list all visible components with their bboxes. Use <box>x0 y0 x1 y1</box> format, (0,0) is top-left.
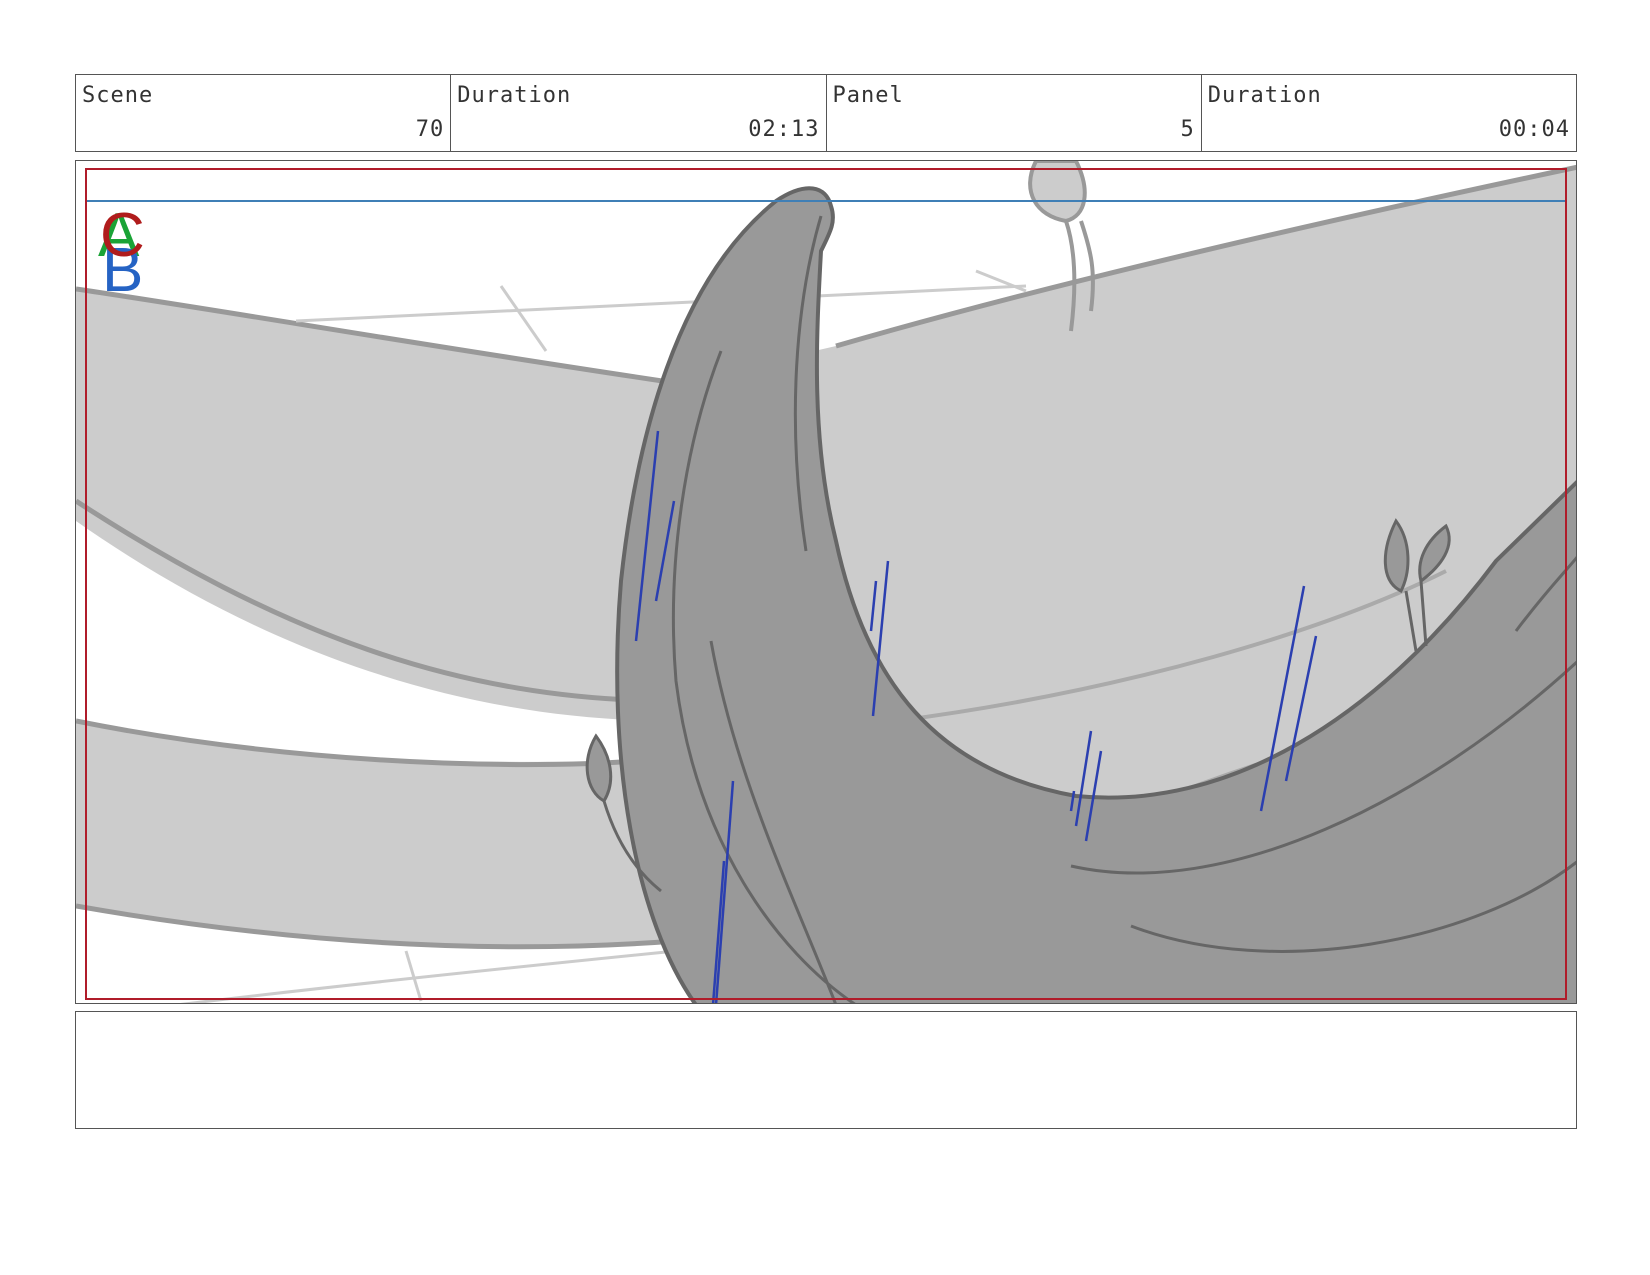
scene-value: 70 <box>415 117 445 142</box>
panel-duration-cell: Duration 00:04 <box>1202 75 1576 151</box>
twig <box>404 950 423 1002</box>
scene-duration-cell: Duration 02:13 <box>451 75 827 151</box>
panel-cell: Panel 5 <box>827 75 1202 151</box>
panel-header: Scene 70 Duration 02:13 Panel 5 Duration… <box>75 74 1577 152</box>
panel-label: Panel <box>832 83 904 108</box>
twig <box>499 285 548 352</box>
panel-duration-value: 00:04 <box>1498 117 1570 142</box>
scene-duration-label: Duration <box>457 83 572 108</box>
scene-duration-value: 02:13 <box>748 117 820 142</box>
storyboard-drawing: A B C <box>76 161 1576 1003</box>
panel-notes-box[interactable] <box>75 1011 1577 1129</box>
storyboard-panel-frame: A B C <box>75 160 1577 1004</box>
layer-c-label: C <box>100 201 145 270</box>
panel-duration-label: Duration <box>1207 83 1322 108</box>
twig <box>295 284 1027 323</box>
panel-value: 5 <box>1180 117 1195 142</box>
scene-cell: Scene 70 <box>76 75 452 151</box>
twig <box>180 949 677 1003</box>
scene-label: Scene <box>82 83 154 108</box>
